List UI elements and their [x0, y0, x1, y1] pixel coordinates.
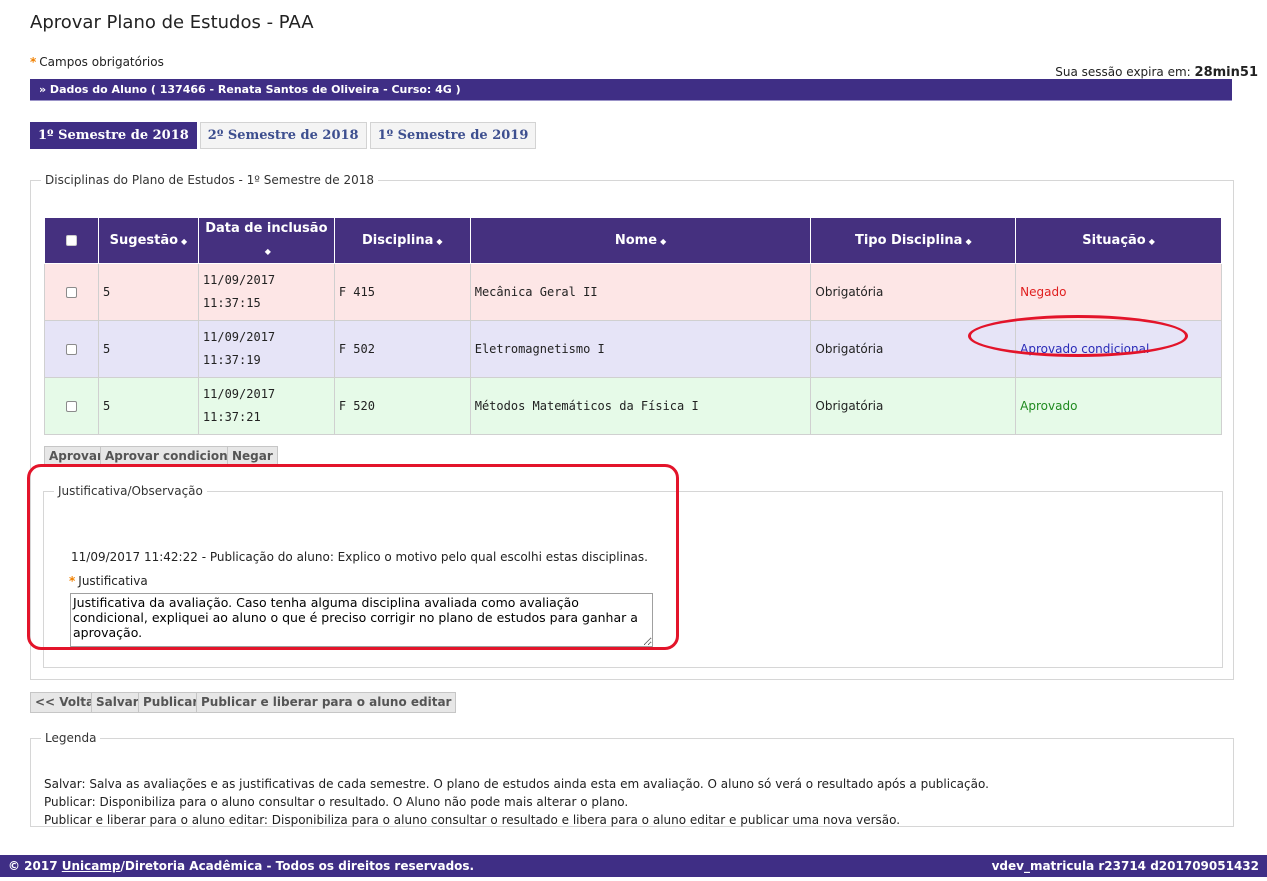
cell-time: 11:37:15 [202, 296, 261, 310]
cell-nome: Eletromagnetismo I [469, 320, 812, 378]
row-checkbox[interactable] [65, 401, 77, 412]
sort-icon: ◆ [965, 237, 972, 246]
semester-tabs: 1º Semestre de 2018 2º Semestre de 2018 … [30, 122, 537, 149]
sort-icon: ◆ [1148, 237, 1155, 246]
col-disciplina-label: Disciplina [361, 233, 434, 248]
tab-semester-2-2018[interactable]: 2º Semestre de 2018 [199, 122, 367, 149]
cell-situacao: Negado [1015, 263, 1222, 321]
cell-data-inclusao: 11/09/2017 11:37:19 [197, 320, 335, 378]
col-data-inclusao[interactable]: Data de inclusão ◆ [197, 217, 335, 264]
student-data-label: » Dados do Aluno ( 137466 - Renata Santo… [39, 83, 461, 96]
annotation-rectangle [27, 464, 679, 650]
publicar-button[interactable]: Publicar [138, 692, 204, 713]
cell-sugestao: 5 [97, 320, 199, 378]
cell-date: 11/09/2017 [202, 330, 276, 344]
page-title: Aprovar Plano de Estudos - PAA [30, 12, 314, 33]
required-note-text: Campos obrigatórios [39, 55, 164, 69]
footer-version: vdev_matricula r23714 d201709051432 [991, 859, 1259, 873]
footer-copyright: © 2017 Unicamp/Diretoria Acadêmica - Tod… [8, 859, 474, 877]
required-asterisk-icon: * [30, 55, 37, 69]
legenda-legend: Legenda [45, 731, 97, 745]
col-nome-label: Nome [614, 233, 658, 248]
disciplinas-legend: Disciplinas do Plano de Estudos - 1º Sem… [45, 173, 375, 187]
salvar-button[interactable]: Salvar [91, 692, 144, 713]
table-row: 5 11/09/2017 11:37:15 F 415 Mecânica Gera… [44, 263, 1222, 321]
col-disciplina[interactable]: Disciplina ◆ [333, 217, 471, 264]
table-header-row: Sugestão ◆ Data de inclusão ◆ Disciplina ◆ … [44, 217, 1222, 264]
cell-date: 11/09/2017 [202, 387, 276, 401]
annotation-ellipse [968, 315, 1188, 357]
cell-sugestao: 5 [97, 377, 199, 435]
legenda-fieldset: Legenda Salvar: Salva as avaliações e as… [30, 731, 1234, 827]
legenda-line-publicar-liberar: Publicar e liberar para o aluno editar: … [44, 813, 901, 827]
sort-icon: ◆ [181, 237, 188, 246]
legenda-line-salvar: Salvar: Salva as avaliações e as justifi… [44, 777, 989, 791]
col-nome[interactable]: Nome ◆ [469, 217, 812, 264]
cell-tipo: Obrigatória [810, 263, 1017, 321]
sort-icon: ◆ [264, 247, 271, 256]
cell-data-inclusao: 11/09/2017 11:37:21 [197, 377, 335, 435]
col-tipo-label: Tipo Disciplina [854, 233, 963, 248]
col-sugestao-label: Sugestão [109, 233, 179, 248]
cell-nome: Métodos Matemáticos da Física I [469, 377, 812, 435]
col-data-label: Data de inclusão [205, 221, 328, 236]
footer: © 2017 Unicamp/Diretoria Acadêmica - Tod… [0, 855, 1267, 877]
sort-icon: ◆ [436, 237, 443, 246]
cell-sugestao: 5 [97, 263, 199, 321]
footer-copyright-suffix: /Diretoria Acadêmica - Todos os direitos… [120, 859, 475, 873]
col-sugestao[interactable]: Sugestão ◆ [97, 217, 199, 264]
cell-tipo: Obrigatória [810, 377, 1017, 435]
cell-time: 11:37:19 [202, 353, 261, 367]
col-situacao[interactable]: Situação ◆ [1015, 217, 1222, 264]
publicar-liberar-button[interactable]: Publicar e liberar para o aluno editar [196, 692, 457, 713]
table-row: 5 11/09/2017 11:37:21 F 520 Métodos Matem… [44, 377, 1222, 435]
cell-disciplina: F 520 [333, 377, 471, 435]
tab-semester-1-2018[interactable]: 1º Semestre de 2018 [30, 122, 197, 149]
footer-strip [0, 877, 1267, 881]
sort-icon: ◆ [660, 237, 667, 246]
session-time: 28min51 [1194, 65, 1258, 80]
cell-date: 11/09/2017 [202, 273, 276, 287]
unicamp-link[interactable]: Unicamp [62, 859, 121, 873]
legenda-line-publicar: Publicar: Disponibiliza para o aluno con… [44, 795, 629, 809]
session-timer: Sua sessão expira em: 28min51 [1055, 65, 1258, 80]
session-label: Sua sessão expira em: [1055, 65, 1191, 79]
tab-semester-1-2019[interactable]: 1º Semestre de 2019 [369, 122, 537, 149]
col-tipo-disciplina[interactable]: Tipo Disciplina ◆ [810, 217, 1017, 264]
row-checkbox[interactable] [65, 344, 77, 355]
row-checkbox[interactable] [65, 287, 77, 298]
select-all-checkbox[interactable] [65, 235, 77, 246]
cell-disciplina: F 502 [333, 320, 471, 378]
cell-nome: Mecânica Geral II [469, 263, 812, 321]
select-all-header [44, 217, 99, 264]
legenda-lines: Salvar: Salva as avaliações e as justifi… [44, 775, 989, 829]
student-data-toggle[interactable]: » Dados do Aluno ( 137466 - Renata Santo… [30, 79, 1232, 101]
cell-data-inclusao: 11/09/2017 11:37:15 [197, 263, 335, 321]
required-fields-note: * Campos obrigatórios [30, 55, 164, 69]
col-situacao-label: Situação [1082, 233, 1146, 248]
cell-disciplina: F 415 [333, 263, 471, 321]
cell-situacao: Aprovado [1015, 377, 1222, 435]
cell-time: 11:37:21 [202, 410, 261, 424]
footer-copyright-prefix: © 2017 [8, 859, 62, 873]
